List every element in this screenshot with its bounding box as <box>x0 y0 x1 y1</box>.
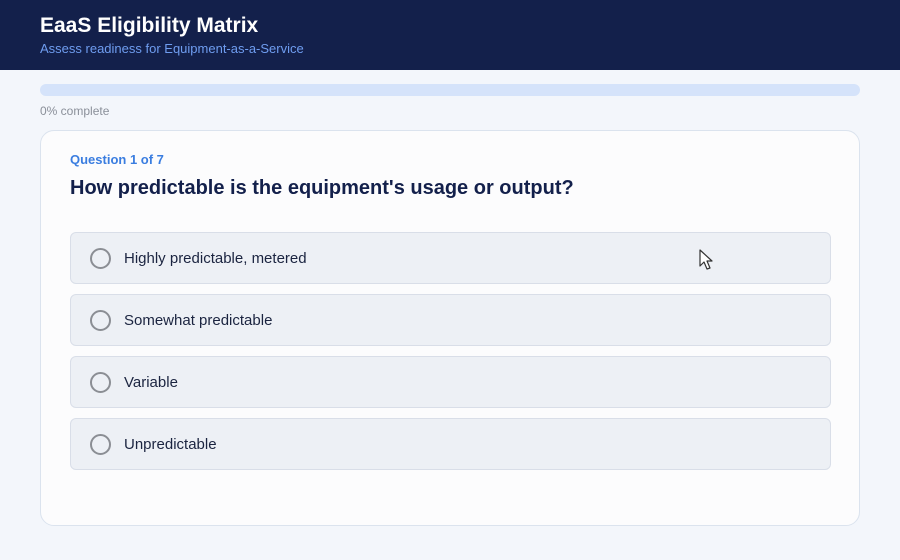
progress-bar <box>40 84 860 96</box>
question-card: Question 1 of 7 How predictable is the e… <box>40 130 860 526</box>
option-label: Variable <box>124 374 178 391</box>
question-counter: Question 1 of 7 <box>70 152 164 167</box>
option-variable[interactable]: Variable <box>70 356 831 408</box>
option-label: Somewhat predictable <box>124 312 273 329</box>
option-label: Unpredictable <box>124 436 217 453</box>
app-subtitle: Assess readiness for Equipment-as-a-Serv… <box>40 41 304 56</box>
app-title: EaaS Eligibility Matrix <box>40 14 259 37</box>
option-label: Highly predictable, metered <box>124 250 307 267</box>
mouse-pointer-icon <box>699 249 713 270</box>
radio-icon[interactable] <box>90 248 111 269</box>
option-somewhat-predictable[interactable]: Somewhat predictable <box>70 294 831 346</box>
app-header: EaaS Eligibility Matrix Assess readiness… <box>0 0 900 70</box>
option-highly-predictable[interactable]: Highly predictable, metered <box>70 232 831 284</box>
question-text: How predictable is the equipment's usage… <box>70 177 574 199</box>
radio-icon[interactable] <box>90 310 111 331</box>
answer-options: Highly predictable, metered Somewhat pre… <box>70 232 831 480</box>
option-unpredictable[interactable]: Unpredictable <box>70 418 831 470</box>
radio-icon[interactable] <box>90 434 111 455</box>
progress-label: 0% complete <box>40 104 110 118</box>
radio-icon[interactable] <box>90 372 111 393</box>
